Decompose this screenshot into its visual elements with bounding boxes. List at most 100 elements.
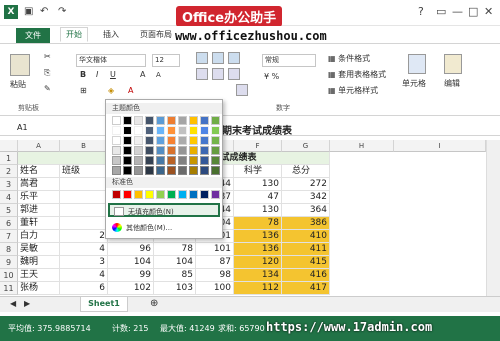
table-cell[interactable]: 99: [108, 269, 154, 282]
table-cell[interactable]: 2: [60, 230, 108, 243]
table-cell[interactable]: 4: [60, 243, 108, 256]
font-color-icon[interactable]: A: [128, 86, 133, 95]
undo-icon[interactable]: ↶: [40, 6, 48, 17]
tab-home[interactable]: 开始: [60, 27, 88, 42]
worksheet-grid[interactable]: A B C D E F G H I 1 2 3 4 5 6 7 8 9 10 1…: [0, 140, 486, 296]
theme-color-swatch[interactable]: [112, 166, 121, 175]
theme-color-swatch[interactable]: [211, 126, 220, 135]
theme-color-swatch[interactable]: [156, 146, 165, 155]
font-name-select[interactable]: 华文楷体: [76, 54, 146, 67]
theme-color-swatch[interactable]: [156, 126, 165, 135]
conditional-format-button[interactable]: ▦ 条件格式: [328, 53, 370, 64]
theme-color-swatch[interactable]: [178, 146, 187, 155]
theme-color-swatch[interactable]: [156, 136, 165, 145]
table-cell[interactable]: 78: [234, 217, 282, 230]
theme-color-swatch[interactable]: [189, 146, 198, 155]
theme-color-swatch[interactable]: [200, 146, 209, 155]
theme-color-swatch[interactable]: [211, 136, 220, 145]
table-cell[interactable]: 87: [196, 256, 234, 269]
table-cell[interactable]: 103: [154, 282, 196, 295]
standard-color-swatch[interactable]: [156, 190, 165, 199]
table-cell[interactable]: 112: [234, 282, 282, 295]
theme-color-swatch[interactable]: [189, 156, 198, 165]
format-painter-icon[interactable]: ✎: [44, 84, 51, 93]
editing-button[interactable]: 编辑: [444, 78, 460, 89]
borders-icon[interactable]: ⊞: [80, 86, 87, 95]
theme-color-swatch[interactable]: [211, 116, 220, 125]
standard-color-swatch[interactable]: [145, 190, 154, 199]
cells-icon[interactable]: [408, 54, 426, 74]
table-cell[interactable]: 136: [234, 230, 282, 243]
vertical-scrollbar[interactable]: [486, 140, 500, 296]
theme-color-swatch[interactable]: [167, 136, 176, 145]
theme-color-swatch[interactable]: [178, 116, 187, 125]
table-cell[interactable]: 3: [60, 256, 108, 269]
column-header[interactable]: G: [282, 140, 330, 152]
table-cell[interactable]: 张杨: [18, 282, 60, 295]
table-cell[interactable]: 嵩君: [18, 178, 60, 191]
table-cell[interactable]: 104: [154, 256, 196, 269]
ribbon-display-icon[interactable]: ▭: [436, 5, 446, 18]
column-header[interactable]: A: [18, 140, 60, 152]
column-header[interactable]: I: [394, 140, 486, 152]
italic-button[interactable]: I: [96, 70, 98, 79]
standard-color-swatch[interactable]: [112, 190, 121, 199]
table-cell[interactable]: 4: [60, 269, 108, 282]
row-header[interactable]: 4: [0, 191, 18, 204]
theme-color-swatch[interactable]: [211, 146, 220, 155]
theme-color-swatch[interactable]: [167, 166, 176, 175]
theme-color-swatch[interactable]: [112, 156, 121, 165]
copy-icon[interactable]: ⎘: [44, 68, 50, 78]
standard-color-swatch[interactable]: [123, 190, 132, 199]
save-icon[interactable]: ▣: [24, 6, 33, 17]
theme-color-swatch[interactable]: [189, 136, 198, 145]
table-cell[interactable]: [60, 204, 108, 217]
theme-color-swatch[interactable]: [134, 146, 143, 155]
row-header[interactable]: 5: [0, 204, 18, 217]
table-format-button[interactable]: ▦ 套用表格格式: [328, 69, 386, 80]
table-cell[interactable]: 101: [196, 243, 234, 256]
add-sheet-icon[interactable]: ⊕: [150, 298, 158, 309]
align-top-icon[interactable]: [196, 52, 208, 64]
standard-color-swatch[interactable]: [189, 190, 198, 199]
theme-color-swatch[interactable]: [134, 126, 143, 135]
editing-icon[interactable]: [444, 54, 462, 74]
currency-icon[interactable]: ¥ %: [264, 72, 279, 81]
align-center-icon[interactable]: [212, 68, 224, 80]
row-header[interactable]: 6: [0, 217, 18, 230]
table-cell[interactable]: 272: [282, 178, 330, 191]
header-cell[interactable]: 班级: [60, 165, 108, 178]
theme-color-swatch[interactable]: [134, 116, 143, 125]
table-cell[interactable]: 78: [154, 243, 196, 256]
standard-color-swatch[interactable]: [200, 190, 209, 199]
theme-color-swatch[interactable]: [123, 156, 132, 165]
theme-color-swatch[interactable]: [156, 156, 165, 165]
theme-color-swatch[interactable]: [200, 126, 209, 135]
font-size-select[interactable]: 12: [152, 54, 180, 67]
tab-insert[interactable]: 插入: [103, 29, 119, 40]
theme-color-swatch[interactable]: [134, 136, 143, 145]
theme-color-swatch[interactable]: [123, 126, 132, 135]
paste-button[interactable]: 粘贴: [10, 79, 26, 90]
table-cell[interactable]: 364: [282, 204, 330, 217]
theme-color-swatch[interactable]: [112, 116, 121, 125]
standard-color-swatch[interactable]: [134, 190, 143, 199]
theme-color-swatch[interactable]: [123, 146, 132, 155]
theme-color-swatch[interactable]: [145, 146, 154, 155]
header-cell[interactable]: 总分: [282, 165, 330, 178]
theme-color-swatch[interactable]: [200, 156, 209, 165]
row-header[interactable]: 1: [0, 152, 18, 165]
table-cell[interactable]: 郭进: [18, 204, 60, 217]
theme-color-swatch[interactable]: [134, 156, 143, 165]
column-header[interactable]: F: [234, 140, 282, 152]
theme-color-swatch[interactable]: [112, 136, 121, 145]
table-cell[interactable]: 136: [234, 243, 282, 256]
theme-color-swatch[interactable]: [189, 116, 198, 125]
sheet-tab[interactable]: Sheet1: [80, 297, 128, 312]
table-cell[interactable]: 120: [234, 256, 282, 269]
table-cell[interactable]: 98: [196, 269, 234, 282]
theme-color-swatch[interactable]: [178, 156, 187, 165]
paste-icon[interactable]: [10, 54, 30, 76]
theme-color-swatch[interactable]: [145, 136, 154, 145]
theme-color-swatch[interactable]: [211, 166, 220, 175]
